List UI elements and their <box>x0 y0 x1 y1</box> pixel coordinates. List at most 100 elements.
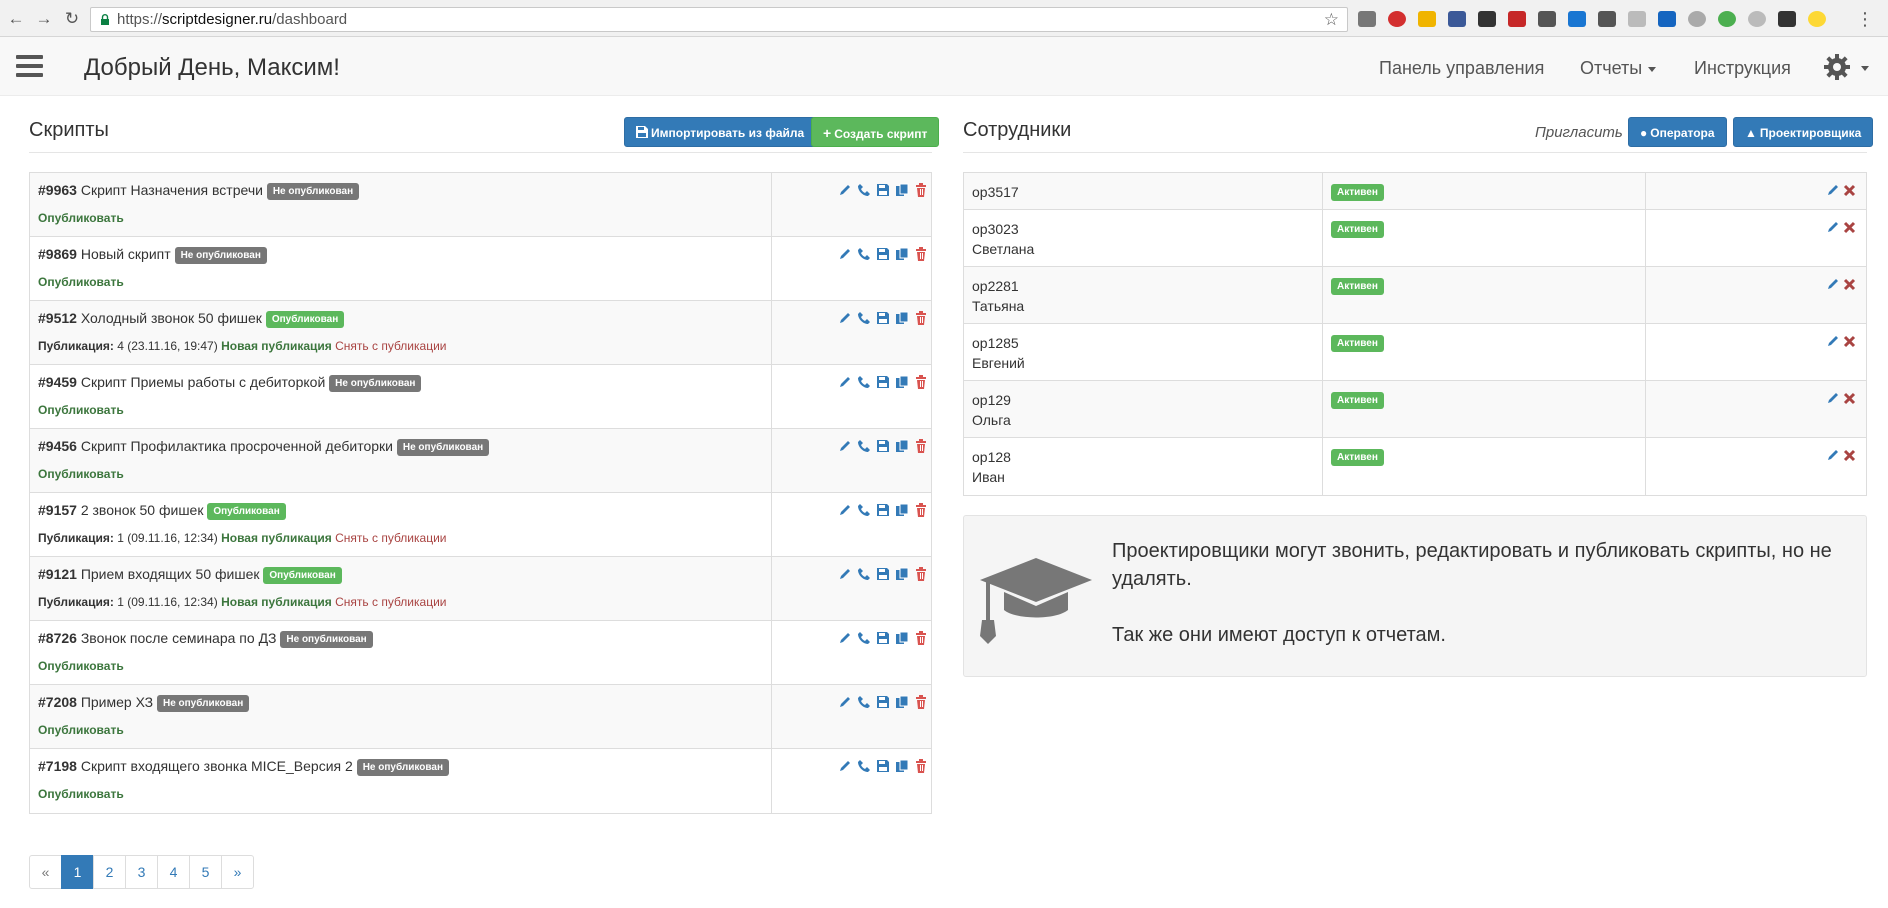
remove-x-icon[interactable] <box>1843 184 1856 202</box>
unpublish-link[interactable]: Снять с публикации <box>335 339 446 353</box>
call-phone-icon[interactable] <box>857 759 873 777</box>
pagination-page[interactable]: 2 <box>93 855 126 889</box>
pagination-page[interactable]: 3 <box>125 855 158 889</box>
delete-trash-icon[interactable] <box>914 695 930 713</box>
edit-pencil-icon[interactable] <box>838 311 854 329</box>
script-name[interactable]: 2 звонок 50 фишек <box>81 502 204 518</box>
publish-link[interactable]: Опубликовать <box>38 403 124 417</box>
download-extension-icon[interactable] <box>1448 11 1466 27</box>
gf-extension-icon[interactable] <box>1718 11 1736 27</box>
pagination-page[interactable]: 5 <box>189 855 222 889</box>
publish-link[interactable]: Опубликовать <box>38 787 124 801</box>
delete-trash-icon[interactable] <box>914 375 930 393</box>
copy-icon[interactable] <box>895 695 911 713</box>
nav-instructions-link[interactable]: Инструкция <box>1694 58 1791 79</box>
edit-pencil-icon[interactable] <box>838 631 854 649</box>
call-phone-icon[interactable] <box>857 311 873 329</box>
new-publication-link[interactable]: Новая публикация <box>221 595 332 609</box>
edit-pencil-icon[interactable] <box>1826 391 1840 410</box>
puzzle-extension-icon[interactable] <box>1628 11 1646 27</box>
puzzle-extension-icon[interactable] <box>1568 11 1586 27</box>
edit-pencil-icon[interactable] <box>1826 220 1840 239</box>
unpublish-link[interactable]: Снять с публикации <box>335 595 446 609</box>
remove-x-icon[interactable] <box>1843 449 1856 467</box>
export-save-icon[interactable] <box>876 503 892 521</box>
export-save-icon[interactable] <box>876 631 892 649</box>
puzzle-extension-icon[interactable] <box>1598 11 1616 27</box>
reload-icon[interactable]: ↻ <box>62 9 82 29</box>
nav-dashboard-link[interactable]: Панель управления <box>1379 58 1544 79</box>
export-save-icon[interactable] <box>876 311 892 329</box>
edit-pencil-icon[interactable] <box>838 247 854 265</box>
pagination-prev[interactable]: « <box>29 855 62 889</box>
yellow-extension-icon[interactable] <box>1808 11 1826 27</box>
circle-extension-icon[interactable] <box>1748 11 1766 27</box>
create-script-button[interactable]: + Создать скрипт <box>811 117 940 147</box>
edit-pencil-icon[interactable] <box>838 759 854 777</box>
copy-icon[interactable] <box>895 759 911 777</box>
bolt-extension-icon[interactable] <box>1478 11 1496 27</box>
copy-icon[interactable] <box>895 375 911 393</box>
export-save-icon[interactable] <box>876 567 892 585</box>
edit-pencil-icon[interactable] <box>838 567 854 585</box>
call-phone-icon[interactable] <box>857 567 873 585</box>
script-name[interactable]: Холодный звонок 50 фишек <box>81 310 262 326</box>
spider-extension-icon[interactable] <box>1538 11 1556 27</box>
call-phone-icon[interactable] <box>857 375 873 393</box>
call-phone-icon[interactable] <box>857 695 873 713</box>
remove-x-icon[interactable] <box>1843 335 1856 353</box>
call-phone-icon[interactable] <box>857 439 873 457</box>
publish-link[interactable]: Опубликовать <box>38 723 124 737</box>
publish-link[interactable]: Опубликовать <box>38 659 124 673</box>
copy-icon[interactable] <box>895 183 911 201</box>
copy-icon[interactable] <box>895 631 911 649</box>
pagination-next[interactable]: » <box>221 855 254 889</box>
copy-icon[interactable] <box>895 311 911 329</box>
script-name[interactable]: Прием входящих 50 фишек <box>81 566 260 582</box>
script-name[interactable]: Скрипт Приемы работы с дебиторкой <box>81 374 325 390</box>
delete-trash-icon[interactable] <box>914 503 930 521</box>
remove-x-icon[interactable] <box>1843 278 1856 296</box>
copy-icon[interactable] <box>895 567 911 585</box>
delete-trash-icon[interactable] <box>914 183 930 201</box>
edit-pencil-icon[interactable] <box>1826 277 1840 296</box>
call-phone-icon[interactable] <box>857 503 873 521</box>
invite-operator-button[interactable]: ● Оператора <box>1628 117 1727 147</box>
edit-pencil-icon[interactable] <box>838 695 854 713</box>
edit-pencil-icon[interactable] <box>1826 448 1840 467</box>
call-phone-icon[interactable] <box>857 247 873 265</box>
export-save-icon[interactable] <box>876 695 892 713</box>
edit-pencil-icon[interactable] <box>1826 183 1840 202</box>
mail-extension-icon[interactable] <box>1508 11 1526 27</box>
copy-icon[interactable] <box>895 247 911 265</box>
script-name[interactable]: Новый скрипт <box>81 246 171 262</box>
delete-trash-icon[interactable] <box>914 247 930 265</box>
delete-trash-icon[interactable] <box>914 567 930 585</box>
browser-menu-icon[interactable]: ⋮ <box>1856 10 1874 28</box>
edit-pencil-icon[interactable] <box>838 375 854 393</box>
copy-icon[interactable] <box>895 503 911 521</box>
invite-designer-button[interactable]: ▲ Проектировщика <box>1733 117 1874 147</box>
forward-icon[interactable]: → <box>34 9 54 29</box>
copy-icon[interactable] <box>895 439 911 457</box>
remove-x-icon[interactable] <box>1843 392 1856 410</box>
publish-link[interactable]: Опубликовать <box>38 211 124 225</box>
publish-link[interactable]: Опубликовать <box>38 467 124 481</box>
call-phone-icon[interactable] <box>857 183 873 201</box>
edit-pencil-icon[interactable] <box>838 503 854 521</box>
bookmark-star-icon[interactable]: ☆ <box>1324 8 1339 31</box>
edit-pencil-icon[interactable] <box>838 439 854 457</box>
remove-x-icon[interactable] <box>1843 221 1856 239</box>
edit-pencil-icon[interactable] <box>1826 334 1840 353</box>
pagination-page[interactable]: 1 <box>61 855 94 889</box>
extension-icon[interactable] <box>1358 11 1376 27</box>
new-publication-link[interactable]: Новая публикация <box>221 339 332 353</box>
delete-trash-icon[interactable] <box>914 631 930 649</box>
pagination-page[interactable]: 4 <box>157 855 190 889</box>
script-name[interactable]: Пример ХЗ <box>81 694 153 710</box>
export-save-icon[interactable] <box>876 247 892 265</box>
export-save-icon[interactable] <box>876 759 892 777</box>
delete-trash-icon[interactable] <box>914 311 930 329</box>
export-save-icon[interactable] <box>876 183 892 201</box>
new-publication-link[interactable]: Новая публикация <box>221 531 332 545</box>
